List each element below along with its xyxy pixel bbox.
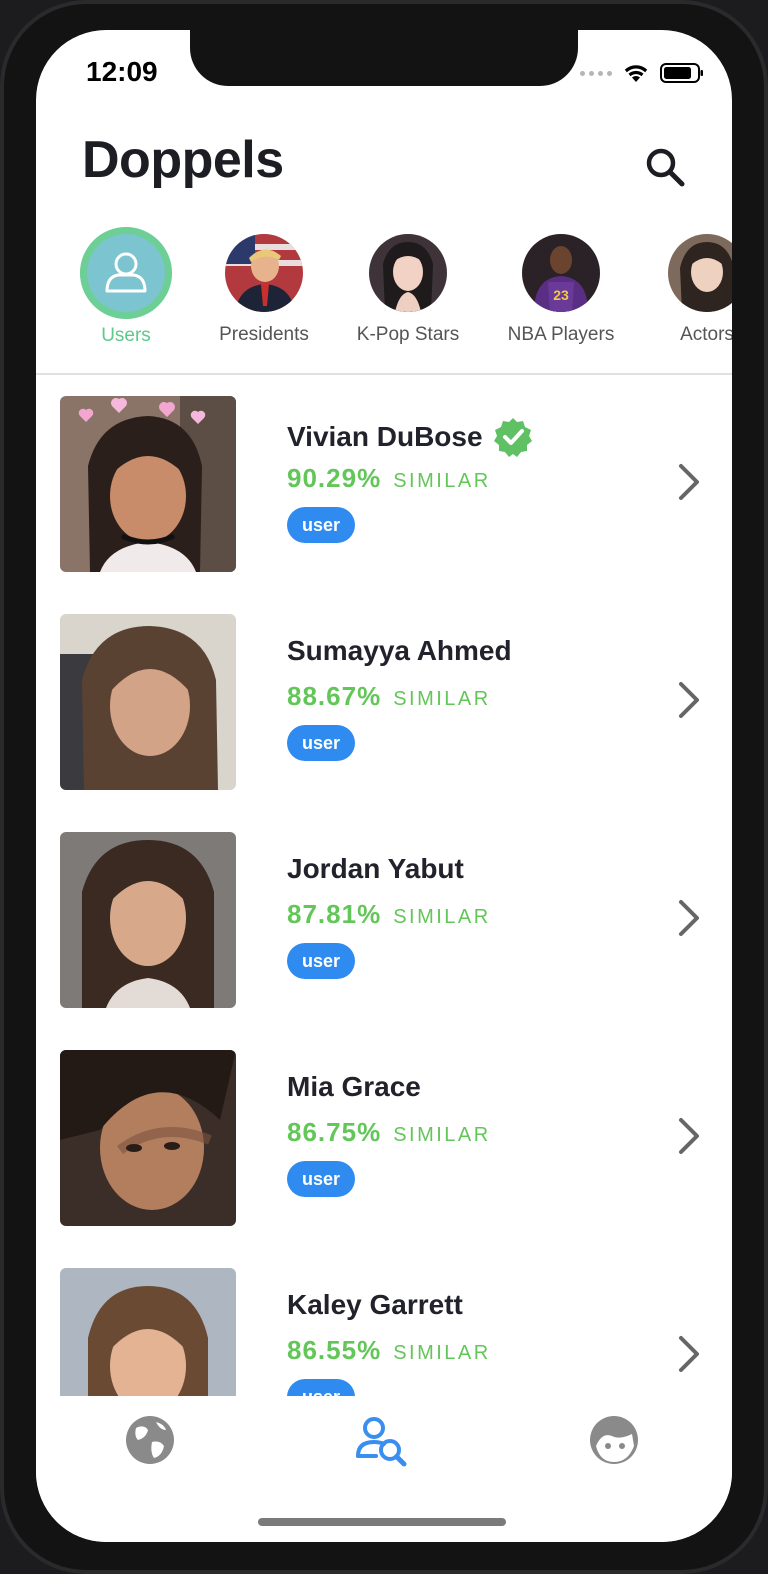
category-label: K-Pop Stars	[356, 324, 460, 345]
face-icon[interactable]	[586, 1412, 642, 1468]
similarity-percent: 88.67%	[287, 681, 382, 711]
category-kpop-stars[interactable]: K-Pop Stars	[333, 230, 483, 346]
category-nba-players[interactable]: 23 NBA Players	[486, 230, 636, 346]
result-row[interactable]: Kaley Garrett 86.55% SIMILAR user	[36, 1247, 732, 1396]
result-photo	[60, 1268, 236, 1396]
result-photo	[60, 832, 236, 1008]
user-badge: user	[287, 507, 355, 543]
chevron-right-icon[interactable]	[678, 463, 700, 501]
result-row[interactable]: Sumayya Ahmed 88.67% SIMILAR user	[36, 593, 732, 811]
result-photo	[60, 614, 236, 790]
similarity: 88.67% SIMILAR	[287, 681, 491, 712]
result-name: Mia Grace	[287, 1071, 421, 1102]
status-time: 12:09	[86, 56, 158, 87]
result-photo	[60, 396, 236, 572]
similarity-percent: 86.75%	[287, 1117, 382, 1147]
similarity-label: SIMILAR	[393, 1124, 491, 1146]
result-name-line: Kaley Garrett	[287, 1289, 463, 1321]
page-title: Doppels	[82, 131, 284, 189]
tab-bar	[36, 1396, 732, 1542]
result-name: Vivian DuBose	[287, 421, 483, 452]
users-category-avatar	[80, 227, 172, 319]
similarity-label: SIMILAR	[393, 470, 491, 492]
result-name-line: Sumayya Ahmed	[287, 635, 512, 667]
category-actors[interactable]: Actors	[632, 230, 732, 346]
similarity: 86.75% SIMILAR	[287, 1117, 491, 1148]
home-indicator[interactable]	[258, 1518, 506, 1526]
result-row[interactable]: Jordan Yabut 87.81% SIMILAR user	[36, 811, 732, 1029]
wifi-icon	[624, 65, 648, 82]
result-row[interactable]: Mia Grace 86.75% SIMILAR user	[36, 1029, 732, 1247]
similarity-percent: 90.29%	[287, 463, 382, 493]
result-photo	[60, 1050, 236, 1226]
result-row[interactable]: Vivian DuBose 90.29% SIMILAR user	[36, 375, 732, 593]
category-label: Users	[101, 325, 151, 346]
result-name: Jordan Yabut	[287, 853, 464, 884]
verified-badge-icon	[493, 418, 532, 457]
similarity: 87.81% SIMILAR	[287, 899, 491, 930]
user-badge: user	[287, 943, 355, 979]
user-search-icon[interactable]	[354, 1412, 410, 1468]
user-badge: user	[287, 1379, 355, 1396]
category-label: Presidents	[219, 324, 309, 345]
result-name-line: Vivian DuBose	[287, 417, 533, 457]
similarity-label: SIMILAR	[393, 1342, 491, 1364]
result-name: Kaley Garrett	[287, 1289, 463, 1320]
similarity: 86.55% SIMILAR	[287, 1335, 491, 1366]
chevron-right-icon[interactable]	[678, 899, 700, 937]
similarity-label: SIMILAR	[393, 688, 491, 710]
cellular-signal-icon	[580, 70, 612, 76]
result-name-line: Mia Grace	[287, 1071, 421, 1103]
user-badge: user	[287, 725, 355, 761]
category-presidents[interactable]: Presidents	[189, 230, 339, 346]
nba-category-avatar: 23	[522, 234, 600, 312]
chevron-right-icon[interactable]	[678, 1335, 700, 1373]
chevron-right-icon[interactable]	[678, 681, 700, 719]
battery-icon	[660, 63, 703, 83]
category-strip: Users Presidents K-Pop Stars 23 NBA Play…	[36, 227, 732, 370]
search-icon[interactable]	[642, 144, 688, 190]
svg-text:23: 23	[553, 287, 569, 303]
kpop-category-avatar	[369, 234, 447, 312]
similarity-percent: 86.55%	[287, 1335, 382, 1365]
user-icon	[80, 227, 172, 319]
category-label: Actors	[680, 324, 732, 345]
category-label: NBA Players	[507, 324, 615, 345]
category-users[interactable]: Users	[51, 227, 201, 347]
status-icons	[580, 60, 704, 86]
result-name-line: Jordan Yabut	[287, 853, 464, 885]
results-list[interactable]: Vivian DuBose 90.29% SIMILAR user Sumayy…	[36, 375, 732, 1396]
presidents-category-avatar	[225, 234, 303, 312]
similarity: 90.29% SIMILAR	[287, 463, 491, 494]
app-screen: 12:09 Doppels Users Presidents K-Pop Sta…	[36, 30, 732, 1542]
globe-icon[interactable]	[122, 1412, 178, 1468]
result-name: Sumayya Ahmed	[287, 635, 512, 666]
device-notch	[190, 30, 578, 86]
chevron-right-icon[interactable]	[678, 1117, 700, 1155]
similarity-label: SIMILAR	[393, 906, 491, 928]
actors-category-avatar	[668, 234, 732, 312]
user-badge: user	[287, 1161, 355, 1197]
similarity-percent: 87.81%	[287, 899, 382, 929]
